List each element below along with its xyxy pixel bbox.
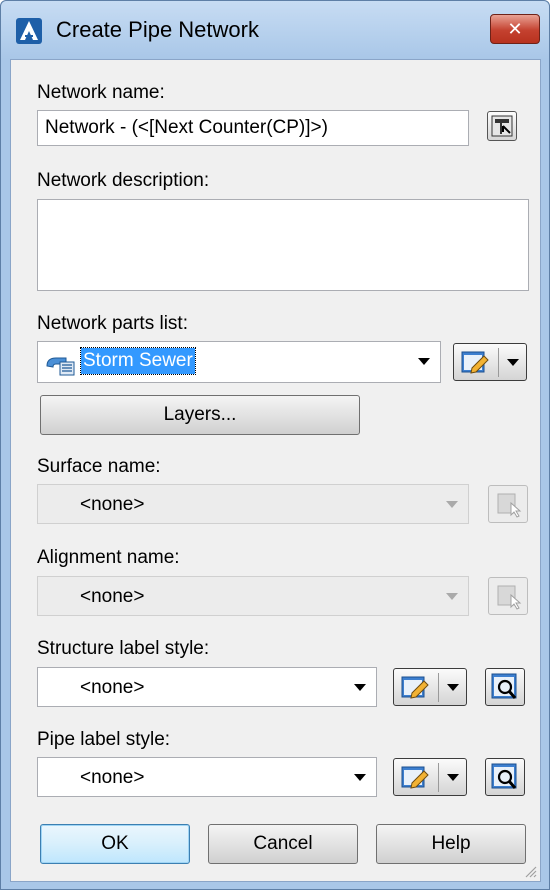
- edit-style-icon: [461, 351, 489, 374]
- chevron-down-icon[interactable]: [447, 684, 459, 691]
- edit-style-icon: [401, 766, 429, 789]
- structure-label-style-label: Structure label style:: [37, 638, 210, 659]
- dialog-body: Network name: Network - (<[Next Counter(…: [10, 59, 541, 882]
- pipe-label-style-value: <none>: [80, 767, 145, 788]
- structure-label-style-dropdown[interactable]: <none>: [37, 667, 377, 707]
- structure-label-style-value: <none>: [80, 677, 145, 698]
- name-template-icon: [491, 115, 513, 137]
- surface-name-dropdown[interactable]: <none>: [37, 484, 469, 524]
- pipe-style-preview-button[interactable]: [485, 758, 525, 796]
- network-name-field[interactable]: Network - (<[Next Counter(CP)]>): [37, 110, 469, 146]
- surface-name-value: <none>: [80, 494, 145, 515]
- pipe-style-edit-split-button[interactable]: [393, 758, 467, 796]
- surface-name-label: Surface name:: [37, 456, 161, 477]
- help-button[interactable]: Help: [376, 824, 526, 864]
- network-description-field[interactable]: [37, 199, 529, 291]
- chevron-down-icon: [354, 774, 366, 781]
- name-template-button[interactable]: [487, 111, 517, 141]
- parts-list-edit-split-button[interactable]: [453, 343, 527, 381]
- split-divider: [438, 763, 439, 792]
- pick-surface-button[interactable]: [488, 485, 528, 523]
- close-button[interactable]: ✕: [490, 14, 540, 44]
- parts-list-icon: [46, 357, 75, 376]
- chevron-down-icon: [418, 358, 430, 365]
- resize-grip-icon[interactable]: [523, 864, 537, 878]
- layers-button[interactable]: Layers...: [40, 395, 360, 435]
- chevron-down-icon[interactable]: [447, 774, 459, 781]
- parts-list-dropdown[interactable]: Storm Sewer: [37, 341, 441, 383]
- network-description-label: Network description:: [37, 170, 210, 191]
- pick-from-drawing-icon: [497, 493, 522, 518]
- pipe-label-style-label: Pipe label style:: [37, 729, 171, 750]
- parts-list-selected-value: Storm Sewer: [80, 347, 196, 375]
- pick-from-drawing-icon: [497, 585, 522, 610]
- chevron-down-icon: [354, 684, 366, 691]
- split-divider: [498, 348, 499, 377]
- alignment-name-dropdown[interactable]: <none>: [37, 576, 469, 616]
- dialog-title: Create Pipe Network: [56, 17, 259, 42]
- chevron-down-icon: [446, 593, 458, 600]
- network-name-label: Network name:: [37, 82, 165, 103]
- edit-style-icon: [401, 676, 429, 699]
- structure-style-edit-split-button[interactable]: [393, 668, 467, 706]
- close-icon: ✕: [507, 19, 523, 39]
- create-pipe-network-dialog: Create Pipe Network ✕ Network name: Netw…: [0, 0, 550, 890]
- pick-alignment-button[interactable]: [488, 577, 528, 615]
- preview-style-icon: [491, 673, 517, 699]
- title-bar[interactable]: Create Pipe Network ✕: [1, 1, 549, 59]
- chevron-down-icon[interactable]: [507, 359, 519, 366]
- structure-style-preview-button[interactable]: [485, 668, 525, 706]
- alignment-name-value: <none>: [80, 586, 145, 607]
- parts-list-label: Network parts list:: [37, 313, 188, 334]
- cancel-button[interactable]: Cancel: [208, 824, 358, 864]
- pipe-label-style-dropdown[interactable]: <none>: [37, 757, 377, 797]
- civil3d-logo-icon: [16, 18, 42, 44]
- alignment-name-label: Alignment name:: [37, 547, 180, 568]
- split-divider: [438, 673, 439, 702]
- ok-button[interactable]: OK: [40, 824, 190, 864]
- preview-style-icon: [491, 763, 517, 789]
- chevron-down-icon: [446, 501, 458, 508]
